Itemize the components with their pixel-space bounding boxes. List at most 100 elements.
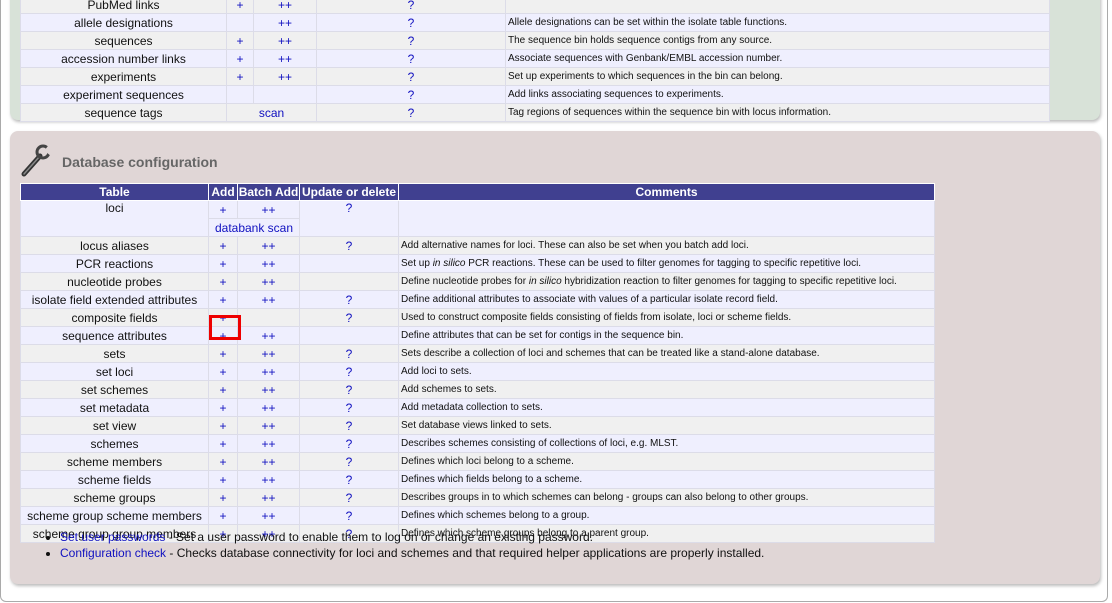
update-delete-link[interactable]: ?	[316, 67, 506, 86]
batch-add-link[interactable]: ++	[237, 488, 300, 507]
batch-add-link[interactable]: ++	[237, 290, 300, 309]
update-delete-link[interactable]: ?	[299, 452, 399, 471]
add-link[interactable]: +	[208, 344, 238, 363]
configuration-check-link[interactable]: Configuration check	[60, 546, 166, 560]
batch-add-link[interactable]: ++	[237, 434, 300, 453]
update-delete-link[interactable]: ?	[316, 103, 506, 122]
add-link[interactable]: +	[208, 326, 238, 345]
add-link[interactable]: +	[208, 362, 238, 381]
update-delete-link[interactable]: ?	[316, 49, 506, 68]
add-link[interactable]: +	[208, 272, 238, 291]
update-delete-link[interactable]: ?	[299, 398, 399, 417]
batch-add-link[interactable]: ++	[237, 362, 300, 381]
comment-text: Sets describe a collection of loci and s…	[401, 348, 820, 359]
table-name: isolate field extended attributes	[20, 290, 209, 309]
batch-add-link[interactable]: ++	[237, 506, 300, 525]
list-item: Set user passwords - Set a user password…	[60, 530, 764, 544]
comment: Add alternative names for loci. These ca…	[398, 236, 935, 255]
batch-add-link[interactable]: ++	[237, 236, 300, 255]
update-delete-link[interactable]: ?	[299, 506, 399, 525]
table-row-loci: loci + ++ ?	[20, 200, 935, 237]
update-delete-link[interactable]: ?	[299, 236, 399, 255]
table-row: schemes + ++? Describes schemes consisting …	[20, 434, 935, 453]
comment-text: Add links associating sequences to exper…	[508, 89, 724, 100]
update-delete-link[interactable]: ?	[299, 488, 399, 507]
table-name: nucleotide probes	[20, 272, 209, 291]
update-delete-link[interactable]: ?	[299, 290, 399, 309]
add-link[interactable]: +	[208, 398, 238, 417]
table-row: scheme groups + ++? Describes groups in to …	[20, 488, 935, 507]
batch-add-link[interactable]: ++	[237, 344, 300, 363]
batch-add-link[interactable]: ++	[237, 380, 300, 399]
add-link[interactable]: +	[208, 380, 238, 399]
add-link[interactable]: +	[208, 236, 238, 255]
batch-add-link[interactable]: ++	[237, 470, 300, 489]
comment: Define attributes that can be set for co…	[398, 326, 935, 345]
comment-text: Describes schemes consisting of collecti…	[401, 438, 679, 449]
add-link[interactable]: +	[208, 254, 238, 273]
add-link[interactable]: +	[208, 434, 238, 453]
batch-add-link[interactable]: ++	[237, 416, 300, 435]
comment: Define nucleotide probes for in silico h…	[398, 272, 935, 291]
batch-add-link[interactable]: ++	[237, 326, 300, 345]
update-delete-link[interactable]: ?	[299, 416, 399, 435]
table-row: experiment sequences? Add links associati…	[20, 85, 1050, 104]
batch-add-link[interactable]: ++	[237, 200, 300, 219]
add-link[interactable]: +	[208, 488, 238, 507]
batch-add-link[interactable]: ++	[253, 49, 317, 68]
databank-scan-link[interactable]: databank scan	[208, 218, 300, 237]
update-delete-link	[299, 254, 399, 273]
update-delete-link[interactable]: ?	[316, 0, 506, 14]
update-delete-link[interactable]: ?	[299, 470, 399, 489]
table-row: locus aliases + ++? Add alternative names f…	[20, 236, 935, 255]
batch-add-link[interactable]: ++	[253, 0, 317, 14]
table-row: nucleotide probes + ++ Define nucleotide pr…	[20, 272, 935, 291]
update-delete-link[interactable]: ?	[299, 434, 399, 453]
add-link[interactable]: +	[208, 470, 238, 489]
link-description: - Checks database connectivity for loci …	[166, 546, 765, 560]
table-row: sequence tags scan? Tag regions of sequenc…	[20, 103, 1050, 122]
batch-add-link[interactable]: ++	[237, 254, 300, 273]
add-link[interactable]: +	[208, 452, 238, 471]
add-link[interactable]: +	[208, 308, 238, 327]
update-delete-link[interactable]: ?	[316, 85, 506, 104]
batch-add-link[interactable]: ++	[253, 67, 317, 86]
batch-add-link[interactable]: ++	[237, 452, 300, 471]
batch-add-link[interactable]: ++	[253, 13, 317, 32]
update-delete-link[interactable]: ?	[299, 380, 399, 399]
comment-text: Define attributes that can be set for co…	[401, 330, 684, 341]
update-delete-link	[299, 326, 399, 345]
table-row: sets + ++? Sets describe a collection of lo…	[20, 344, 935, 363]
add-link[interactable]: +	[208, 290, 238, 309]
add-link[interactable]: +	[226, 49, 254, 68]
comment-text: Set up experiments to which sequences in…	[508, 71, 783, 82]
batch-add-link[interactable]: ++	[237, 272, 300, 291]
add-link[interactable]: +	[208, 200, 238, 219]
comment	[398, 200, 935, 237]
update-delete-link[interactable]: ?	[299, 344, 399, 363]
comment: Set up in silico PCR reactions. These ca…	[398, 254, 935, 273]
update-delete-link[interactable]: ?	[316, 13, 506, 32]
add-link[interactable]: +	[208, 506, 238, 525]
batch-add-link[interactable]: ++	[253, 31, 317, 50]
sequence-bin-table: PubMed links + ++? allele designations ++? Al…	[20, 0, 1050, 122]
add-link[interactable]: +	[226, 67, 254, 86]
add-link[interactable]: +	[226, 0, 254, 14]
section-title: Database configuration	[62, 154, 218, 170]
table-row: allele designations ++? Allele designation…	[20, 13, 1050, 32]
set-user-passwords-link[interactable]: Set user passwords	[60, 530, 165, 544]
add-link[interactable]: +	[226, 31, 254, 50]
update-delete-link[interactable]: ?	[316, 31, 506, 50]
table-name: PubMed links	[20, 0, 227, 14]
comment: Associate sequences with Genbank/EMBL ac…	[505, 49, 1050, 68]
header-comments: Comments	[398, 183, 935, 201]
update-delete-link[interactable]: ?	[299, 200, 399, 237]
update-delete-link[interactable]: ?	[299, 362, 399, 381]
batch-add-link[interactable]: ++	[237, 398, 300, 417]
scan-link[interactable]: scan	[226, 103, 317, 122]
table-name: scheme groups	[20, 488, 209, 507]
table-row: set schemes + ++? Add schemes to sets.	[20, 380, 935, 399]
table-row: experiments + ++? Set up experiments to whi…	[20, 67, 1050, 86]
add-link[interactable]: +	[208, 416, 238, 435]
update-delete-link[interactable]: ?	[299, 308, 399, 327]
